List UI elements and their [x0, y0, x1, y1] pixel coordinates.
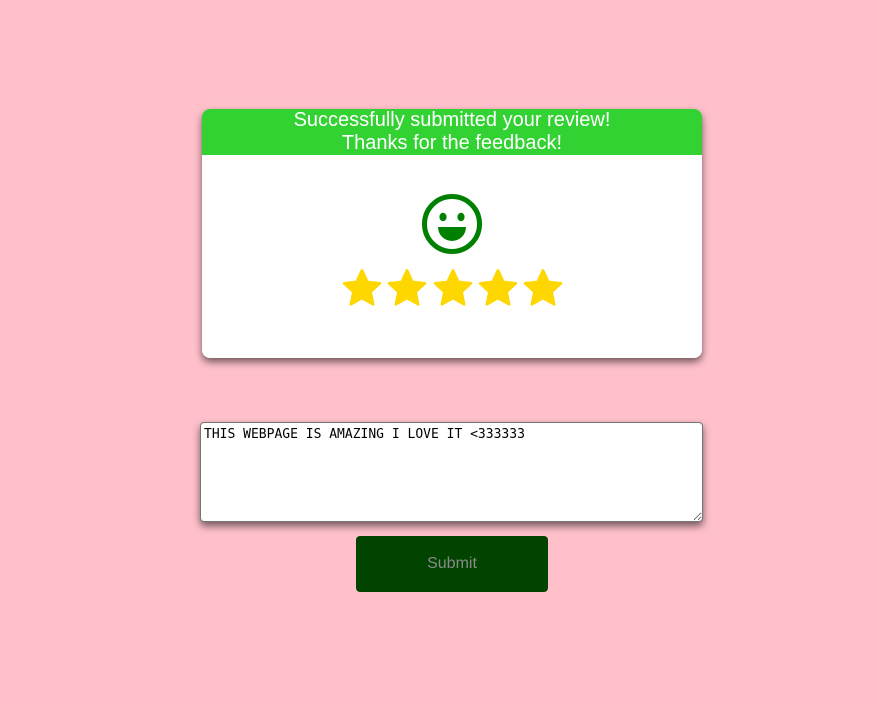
- star-icon: [433, 269, 472, 306]
- star-icon: [388, 269, 427, 306]
- review-textarea[interactable]: THIS WEBPAGE IS AMAZING I LOVE IT <33333…: [200, 422, 703, 522]
- star-icon: [478, 269, 517, 306]
- star-icon: [342, 269, 382, 306]
- thanks-message: Thanks for the feedback!: [341, 132, 563, 154]
- submit-button[interactable]: Submit: [356, 536, 548, 592]
- star-rating: [340, 267, 565, 311]
- success-message: Successfully submitted your review!: [293, 109, 611, 131]
- feedback-card: Successfully submitted your review! Than…: [202, 109, 702, 358]
- smiling-face-icon: [422, 194, 482, 254]
- star-icon: [523, 269, 563, 306]
- success-banner: Successfully submitted your review! Than…: [202, 109, 702, 155]
